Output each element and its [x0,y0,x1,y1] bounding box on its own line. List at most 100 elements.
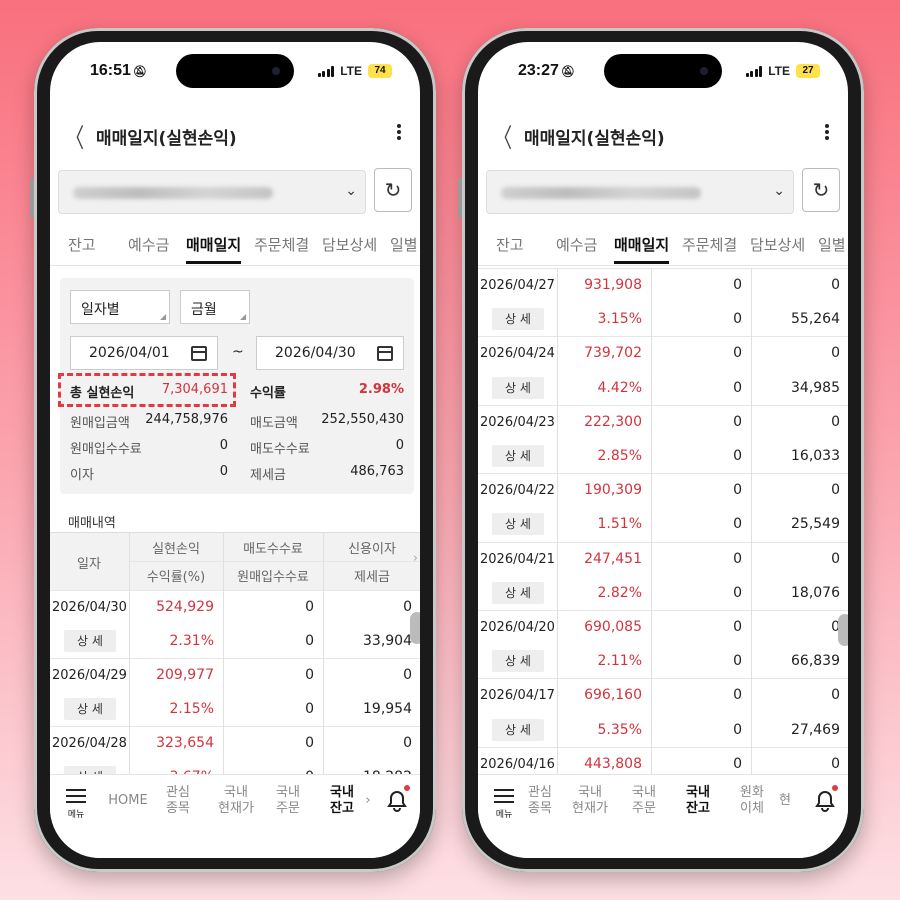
date-to-value: 2026/04/30 [275,345,356,361]
row-return-rate: 2.82% [597,584,642,601]
row-date: 2026/04/29 [52,668,127,683]
row-credit-interest: 0 [403,667,412,683]
detail-button[interactable]: 상 세 [492,581,544,604]
date-from-input[interactable]: 2026/04/01 [70,336,218,370]
refresh-icon: ↻ [812,178,830,202]
refresh-icon: ↻ [384,178,402,202]
row-credit-interest: 0 [831,413,840,430]
detail-button[interactable]: 상 세 [64,630,116,652]
row-buy-fee: 0 [305,633,314,649]
nav-domestic-order[interactable]: 국내 주문 [268,785,308,817]
refresh-button[interactable]: ↻ [374,168,412,212]
signal-icon [745,65,763,77]
menu-label: 메뉴 [67,810,85,820]
more-menu-icon[interactable] [824,122,830,142]
menu-button[interactable]: 메뉴 [494,785,514,820]
tab-deposit[interactable]: 예수금 [128,234,169,255]
tab-order-execution[interactable]: 주문체결 [254,234,309,255]
tab-daily[interactable]: 일별 [818,234,846,255]
row-credit-interest: 0 [831,755,840,772]
account-select[interactable]: ⌄ [486,170,794,214]
total-pnl-value: 7,304,691 [161,382,228,397]
col-buy-fee: 원매입수수료 [237,570,309,585]
detail-button[interactable]: 상 세 [492,376,544,399]
status-time: 16:51 [90,62,131,79]
row-date: 2026/04/20 [480,620,555,635]
row-date: 2026/04/21 [480,551,555,567]
nav-domestic-balance[interactable]: 국내 잔고 [322,785,362,817]
date-separator: ~ [232,344,244,360]
tab-order-execution[interactable]: 주문체결 [682,234,737,255]
chevron-right-icon[interactable]: › [413,551,418,566]
tab-trade-journal[interactable]: 매매일지 [614,234,670,264]
network-label: LTE [768,64,790,78]
right-screen: 23:27 🔕︎ LTE 27 〈 매매일지(실현손익) ⌄ ↻ 잔고 예수금 매… [478,42,848,858]
row-date: 2026/04/23 [480,414,555,430]
row-realized-pnl: 209,977 [156,667,214,683]
tab-daily[interactable]: 일별 [390,234,418,255]
tab-collateral[interactable]: 담보상세 [750,234,805,255]
nav-krw-transfer[interactable]: 원화 이체 [732,785,772,817]
detail-button[interactable]: 상 세 [64,698,116,720]
date-to-input[interactable]: 2026/04/30 [256,336,404,370]
row-sell-fee: 0 [733,550,742,567]
back-arrow-icon[interactable]: 〈 [66,118,84,155]
total-pnl-label: 총 실현손익 [70,386,135,401]
period-select[interactable]: 금월 [180,290,250,324]
detail-button[interactable]: 상 세 [492,308,544,331]
tab-balance[interactable]: 잔고 [496,234,524,255]
dynamic-island [176,54,294,88]
nav-domestic-balance[interactable]: 국내 잔고 [678,785,718,817]
tax-value: 486,763 [350,464,404,479]
detail-button[interactable]: 상 세 [492,513,544,536]
interest-label: 이자 [70,468,94,483]
tab-deposit[interactable]: 예수금 [556,234,597,255]
row-buy-fee: 0 [733,721,742,738]
period-type-select[interactable]: 일자별 [70,290,170,324]
dynamic-island [604,54,722,88]
detail-button[interactable]: 상 세 [492,650,544,673]
row-date: 2026/04/24 [480,346,555,362]
row-date: 2026/04/28 [52,736,127,751]
more-menu-icon[interactable] [396,122,402,142]
row-date: 2026/04/22 [480,483,555,499]
tab-balance[interactable]: 잔고 [68,234,96,255]
detail-button[interactable]: 상 세 [492,445,544,467]
refresh-button[interactable]: ↻ [802,168,840,212]
nav-home[interactable]: HOME [106,793,150,809]
buy-amount-value: 244,758,976 [145,412,228,427]
buy-fee-value: 0 [219,438,228,453]
blurred-account-number [73,187,273,199]
row-return-rate: 4.42% [597,379,642,396]
tab-trade-journal[interactable]: 매매일지 [186,234,242,264]
sell-amount-value: 252,550,430 [321,412,404,427]
row-return-rate: 2.85% [597,448,642,464]
battery-icon: 27 [796,64,820,78]
row-tax: 18,076 [791,584,840,601]
row-credit-interest: 0 [831,687,840,704]
nav-watchlist[interactable]: 관심 종목 [158,785,198,817]
page-title: 매매일지(실현손익) [96,129,237,149]
account-select[interactable]: ⌄ [58,170,366,214]
nav-domestic-price[interactable]: 국내 현재가 [566,785,614,817]
row-date: 2026/04/17 [480,688,555,704]
row-date: 2026/04/30 [52,600,127,615]
nav-domestic-order[interactable]: 국내 주문 [624,785,664,817]
nav-overflow[interactable]: 현 [778,793,792,809]
menu-button[interactable]: 메뉴 [66,785,86,820]
side-handle[interactable] [838,614,848,646]
row-return-rate: 5.35% [597,721,642,738]
nav-domestic-price[interactable]: 국내 현재가 [212,785,260,817]
chevron-right-icon[interactable]: › [362,793,374,809]
blurred-account-number [501,187,701,199]
col-return-rate: 수익률(%) [146,570,206,585]
notification-bell-icon[interactable] [384,785,410,813]
nav-watchlist[interactable]: 관심 종목 [520,785,560,817]
tab-collateral[interactable]: 담보상세 [322,234,377,255]
side-handle[interactable] [410,612,420,644]
detail-button[interactable]: 상 세 [492,718,544,741]
back-arrow-icon[interactable]: 〈 [494,118,512,155]
notification-bell-icon[interactable] [812,785,838,813]
row-sell-fee: 0 [733,413,742,430]
row-realized-pnl: 323,654 [156,735,214,751]
